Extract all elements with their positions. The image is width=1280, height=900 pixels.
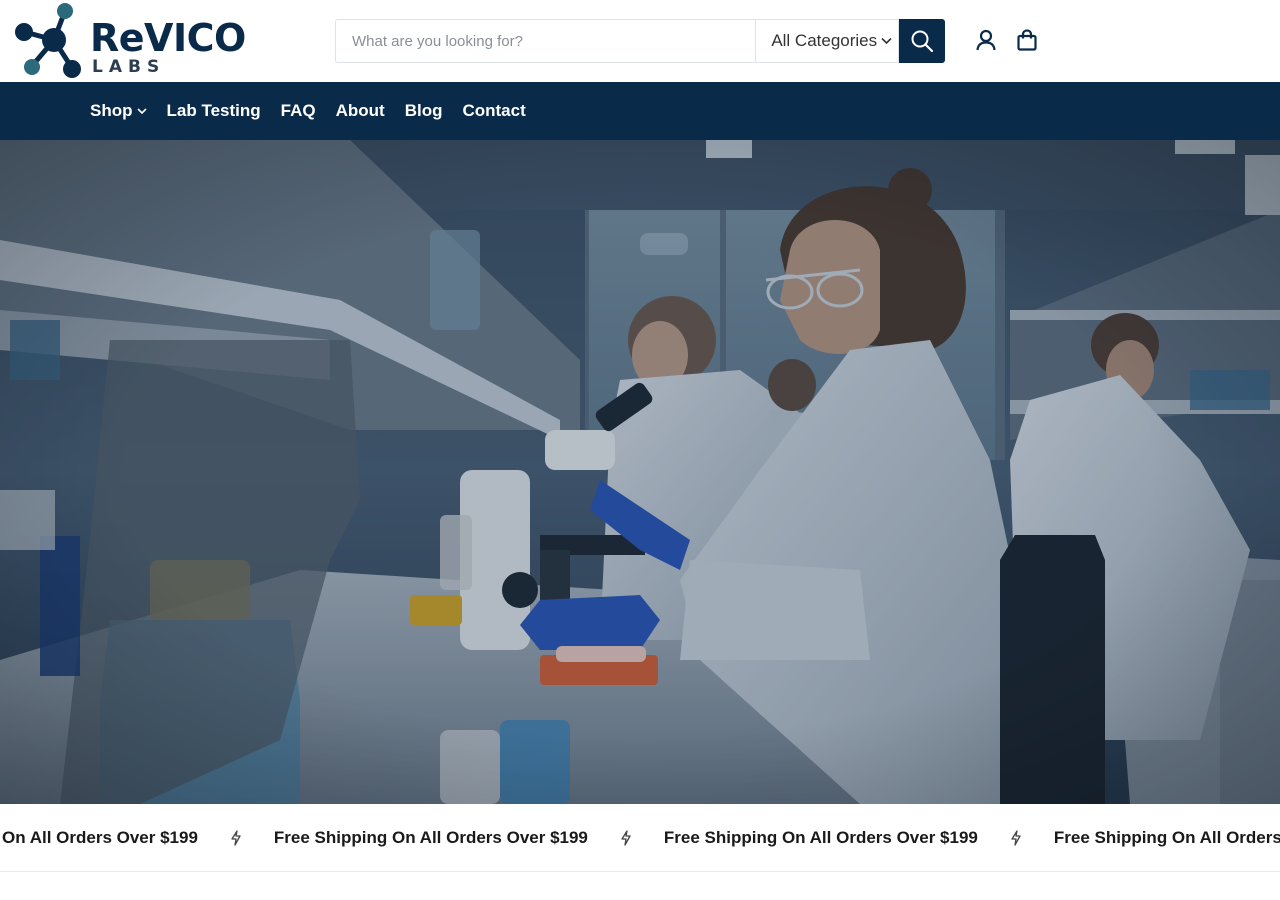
announcement-text: Free Shipping On All Orders Over $199 — [273, 828, 588, 847]
account-button[interactable] — [974, 28, 998, 52]
category-select-label: All Categories — [771, 31, 878, 50]
chevron-down-icon — [136, 107, 147, 115]
nav-item-label: About — [335, 101, 385, 120]
nav-item-label: Lab Testing — [166, 101, 261, 120]
lightning-bolt-icon — [620, 830, 632, 846]
search-button[interactable] — [899, 19, 946, 63]
nav-item-blog[interactable]: Blog — [405, 101, 443, 121]
announcement-text: Free Shipping On All Orders Over $199 — [663, 828, 978, 847]
user-icon — [976, 29, 996, 51]
cart-button[interactable] — [1015, 28, 1039, 52]
search-icon — [911, 30, 934, 53]
search-bar: All Categories — [335, 19, 946, 63]
search-input[interactable] — [335, 19, 756, 63]
lightning-bolt-icon — [1010, 830, 1022, 846]
shopping-bag-icon — [1017, 29, 1037, 51]
nav-item-shop[interactable]: Shop — [90, 101, 147, 121]
chevron-down-icon — [881, 37, 892, 45]
nav-item-label: Shop — [90, 101, 133, 120]
brand-subtitle: LABS — [92, 57, 166, 77]
brand-logo[interactable]: ReVICO LABS — [14, 2, 246, 80]
announcement-text: On All Orders Over $199 — [2, 828, 198, 847]
site-header: ReVICO LABS All Categories — [0, 0, 1280, 82]
lightning-bolt-icon — [230, 830, 242, 846]
nav-item-label: Blog — [404, 101, 443, 120]
nav-item-faq[interactable]: FAQ — [281, 101, 316, 121]
molecule-logo-icon — [15, 3, 81, 78]
brand-name: ReVICO — [90, 16, 246, 60]
hero-banner-image[interactable] — [0, 140, 1280, 804]
hero-lab-scene — [0, 140, 1280, 804]
main-nav: Shop Lab Testing FAQ About Blog Contact — [0, 82, 1280, 140]
announcement-track: On All Orders Over $199 Free Shipping On… — [2, 804, 1280, 871]
nav-item-label: Contact — [462, 101, 526, 120]
nav-item-lab-testing[interactable]: Lab Testing — [167, 101, 261, 121]
category-select[interactable]: All Categories — [755, 19, 900, 63]
nav-item-contact[interactable]: Contact — [462, 101, 525, 121]
announcement-text: Free Shipping On All Orders Over $19 — [1053, 828, 1280, 847]
nav-item-label: FAQ — [280, 101, 316, 120]
announcement-bar: On All Orders Over $199 Free Shipping On… — [0, 804, 1280, 872]
nav-item-about[interactable]: About — [336, 101, 385, 121]
